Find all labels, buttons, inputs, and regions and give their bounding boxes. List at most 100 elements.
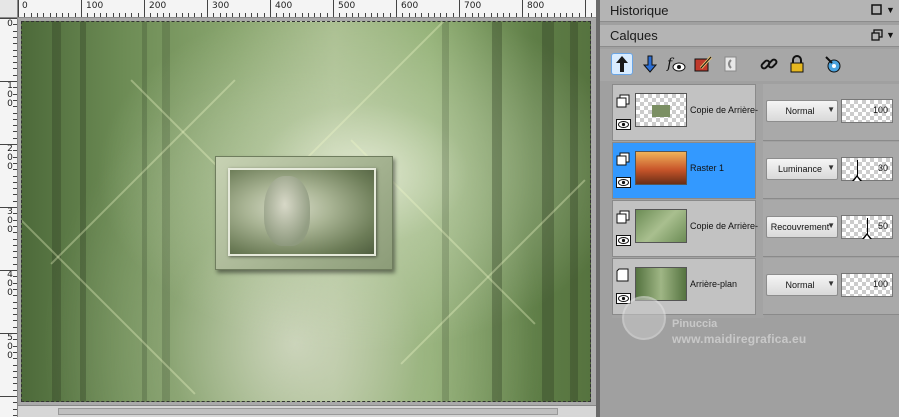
ruler-tick	[566, 13, 568, 17]
ruler-tick	[13, 402, 17, 404]
ruler-tick	[314, 13, 316, 17]
ruler-tick	[13, 131, 17, 133]
watermark-url: www.maidiregrafica.eu	[672, 332, 807, 346]
ruler-tick	[13, 181, 17, 183]
ruler-tick	[18, 0, 19, 17]
layer-group-icon[interactable]	[616, 210, 630, 224]
layer-props-row: Normal ▼ 100	[763, 84, 899, 141]
ruler-tick	[13, 301, 17, 303]
ruler-tick	[13, 295, 17, 297]
edit-selection-icon[interactable]	[692, 53, 714, 75]
ruler-tick	[0, 207, 17, 208]
ruler-tick	[465, 13, 467, 17]
ruler-label: 1 0 0	[7, 81, 13, 109]
ruler-tick	[62, 13, 64, 17]
blend-mode-select[interactable]: Normal ▼	[766, 274, 838, 296]
ruler-label: 800	[527, 1, 545, 11]
ruler-tick	[175, 13, 177, 17]
opacity-slider[interactable]: 30	[841, 157, 893, 181]
ruler-tick	[270, 0, 271, 17]
chevron-down-icon[interactable]: ▼	[884, 4, 897, 17]
ruler-tick	[0, 81, 17, 82]
ruler-tick	[13, 112, 17, 114]
ruler-label: 5 0 0	[7, 333, 13, 361]
ruler-tick	[93, 13, 95, 17]
layer-name: Raster 1	[690, 163, 725, 173]
ruler-tick	[68, 13, 70, 17]
ruler-tick	[81, 0, 82, 17]
ruler-tick	[440, 13, 442, 17]
ruler-tick	[13, 276, 17, 278]
scrollbar-thumb[interactable]	[58, 408, 558, 415]
ruler-tick	[326, 13, 328, 17]
slider-handle[interactable]	[852, 175, 862, 181]
ruler-tick	[200, 13, 202, 17]
opacity-slider[interactable]: 100	[841, 99, 893, 123]
opacity-slider[interactable]: 50	[841, 215, 893, 239]
ruler-label: 300	[212, 1, 230, 11]
restore-icon[interactable]	[870, 29, 883, 42]
svg-text:f: f	[666, 56, 675, 72]
opacity-value: 50	[877, 221, 888, 231]
new-layer-icon[interactable]	[719, 53, 741, 75]
ruler-tick	[459, 0, 460, 17]
ruler-tick	[194, 13, 196, 17]
history-panel-header[interactable]: Historique ▼	[600, 0, 899, 22]
ruler-tick	[13, 351, 17, 353]
layer-group-icon[interactable]	[616, 152, 630, 166]
ruler-tick	[333, 0, 334, 17]
slider-handle[interactable]	[862, 233, 872, 239]
opacity-slider[interactable]: 100	[841, 273, 893, 297]
blend-mode-select[interactable]: Recouvrement ▼	[766, 216, 838, 238]
ruler-tick	[13, 99, 17, 101]
layer-name: Copie de Arrière-	[690, 221, 758, 231]
document-image[interactable]	[21, 21, 591, 402]
layer-properties-icon[interactable]	[822, 53, 844, 75]
eye-icon[interactable]	[616, 177, 631, 188]
blend-mode-value: Normal	[785, 106, 815, 116]
ruler-tick	[396, 0, 397, 17]
ruler-tick	[118, 13, 120, 17]
blend-mode-select[interactable]: Normal ▼	[766, 100, 838, 122]
ruler-tick	[591, 13, 593, 17]
layers-toolbar: f	[600, 49, 899, 81]
blend-mode-value: Normal	[785, 280, 815, 290]
ruler-tick	[13, 30, 17, 32]
layer-row[interactable]: Copie de Arrière-	[612, 84, 758, 141]
move-layer-up-icon[interactable]	[611, 53, 633, 75]
maximize-icon[interactable]	[870, 4, 883, 17]
layers-list: Copie de Arrière- Raster 1 Copie de Arri…	[612, 84, 777, 388]
horizontal-scrollbar[interactable]	[18, 405, 596, 417]
ruler-tick	[320, 13, 322, 17]
layer-row[interactable]: Copie de Arrière-	[612, 200, 758, 257]
layer-effects-icon[interactable]: f	[665, 53, 687, 75]
layer-single-icon[interactable]	[616, 268, 630, 282]
layer-group-icon[interactable]	[616, 94, 630, 108]
ruler-tick	[13, 213, 17, 215]
ruler-tick	[169, 13, 171, 17]
lock-transparency-icon[interactable]	[786, 53, 808, 75]
ruler-tick	[509, 13, 511, 17]
ruler-tick	[13, 194, 17, 196]
blend-mode-select[interactable]: Luminance ▼	[766, 158, 838, 180]
layers-panel-header[interactable]: Calques ▼	[600, 25, 899, 47]
link-layer-icon[interactable]	[758, 53, 780, 75]
move-layer-down-icon[interactable]	[639, 53, 661, 75]
blend-mode-value: Recouvrement	[770, 222, 830, 232]
canvas-area[interactable]: 0 100 200 300 400 500 600 700 800 0 1 0 …	[0, 0, 596, 417]
ruler-tick	[13, 326, 17, 328]
ruler-tick	[24, 13, 26, 17]
eye-icon[interactable]	[616, 119, 631, 130]
ruler-tick	[13, 175, 17, 177]
ruler-tick	[540, 13, 542, 17]
ruler-tick	[0, 144, 17, 145]
ruler-tick	[232, 13, 234, 17]
chevron-down-icon[interactable]: ▼	[884, 29, 897, 42]
ruler-tick	[358, 13, 360, 17]
layer-row-selected[interactable]: Raster 1	[612, 142, 756, 199]
ruler-label: 100	[86, 1, 104, 11]
ruler-tick	[13, 257, 17, 259]
eye-icon[interactable]	[616, 235, 631, 246]
ruler-tick	[13, 225, 17, 227]
ruler-tick	[534, 13, 536, 17]
